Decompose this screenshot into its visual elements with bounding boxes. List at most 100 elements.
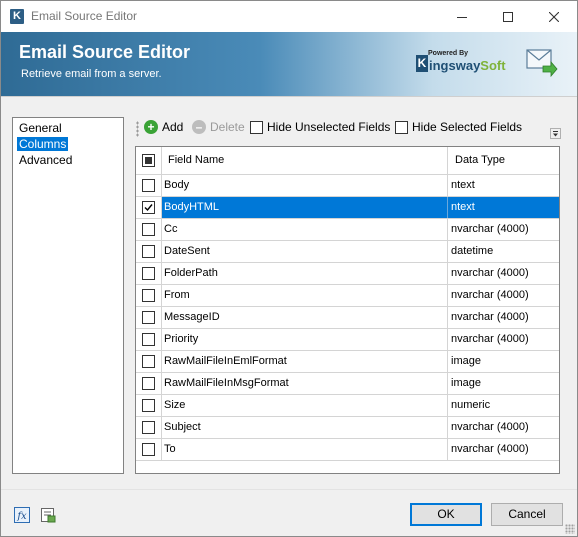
- data-type-text: image: [451, 377, 481, 389]
- data-type-cell[interactable]: nvarchar (4000): [448, 219, 559, 240]
- row-checkbox[interactable]: [142, 421, 155, 434]
- table-row[interactable]: Subject nvarchar (4000): [136, 417, 559, 439]
- delete-button-label: Delete: [210, 120, 245, 134]
- hide-unselected-fields-toggle[interactable]: Hide Unselected Fields: [250, 120, 390, 134]
- field-name-cell[interactable]: RawMailFileInEmlFormat: [162, 351, 448, 372]
- close-button[interactable]: [531, 1, 577, 32]
- resize-grip[interactable]: [565, 524, 575, 534]
- table-row[interactable]: Size numeric: [136, 395, 559, 417]
- field-name-text: Size: [164, 399, 186, 411]
- variables-icon[interactable]: [40, 507, 56, 523]
- field-name-cell[interactable]: BodyHTML: [162, 197, 448, 218]
- maximize-button[interactable]: [485, 1, 531, 32]
- nav-item-general[interactable]: General: [17, 121, 64, 135]
- hide-unselected-checkbox[interactable]: [250, 120, 263, 134]
- logo-name-accent: Soft: [480, 58, 506, 73]
- field-name-cell[interactable]: RawMailFileInMsgFormat: [162, 373, 448, 394]
- ok-button[interactable]: OK: [410, 503, 482, 526]
- toolbar-grip[interactable]: [136, 121, 139, 137]
- field-name-cell[interactable]: MessageID: [162, 307, 448, 328]
- nav-item-columns[interactable]: Columns: [17, 137, 69, 151]
- data-type-text: datetime: [451, 245, 494, 257]
- data-type-cell[interactable]: ntext: [448, 175, 559, 196]
- row-checkbox[interactable]: [142, 201, 155, 214]
- header-check-cell: [136, 147, 162, 174]
- data-type-cell[interactable]: numeric: [448, 395, 559, 416]
- field-name-cell[interactable]: To: [162, 439, 448, 460]
- data-type-cell[interactable]: image: [448, 351, 559, 372]
- field-name-cell[interactable]: Priority: [162, 329, 448, 350]
- data-type-text: nvarchar (4000): [451, 311, 529, 323]
- header-data-type[interactable]: Data Type: [448, 147, 559, 174]
- row-checkbox[interactable]: [142, 377, 155, 390]
- table-row[interactable]: DateSent datetime: [136, 241, 559, 263]
- row-check-cell: [136, 219, 162, 240]
- add-button[interactable]: + Add: [144, 120, 183, 134]
- nav-list[interactable]: General Columns Advanced: [12, 117, 124, 474]
- data-type-cell[interactable]: nvarchar (4000): [448, 285, 559, 306]
- field-name-cell[interactable]: Subject: [162, 417, 448, 438]
- hide-selected-checkbox[interactable]: [395, 120, 408, 134]
- data-type-cell[interactable]: nvarchar (4000): [448, 439, 559, 460]
- data-type-cell[interactable]: datetime: [448, 241, 559, 262]
- select-all-checkbox[interactable]: [142, 154, 155, 167]
- field-name-cell[interactable]: FolderPath: [162, 263, 448, 284]
- row-check-cell: [136, 241, 162, 262]
- field-name-cell[interactable]: Cc: [162, 219, 448, 240]
- grid-header: Field Name Data Type: [136, 147, 559, 175]
- row-checkbox[interactable]: [142, 443, 155, 456]
- field-name-text: Subject: [164, 421, 201, 433]
- cancel-button[interactable]: Cancel: [491, 503, 563, 526]
- logo-powered-by: Powered By: [428, 50, 469, 57]
- header-field-name[interactable]: Field Name: [162, 147, 448, 174]
- row-checkbox[interactable]: [142, 355, 155, 368]
- row-checkbox[interactable]: [142, 223, 155, 236]
- table-row[interactable]: FolderPath nvarchar (4000): [136, 263, 559, 285]
- row-checkbox[interactable]: [142, 399, 155, 412]
- table-row[interactable]: RawMailFileInEmlFormat image: [136, 351, 559, 373]
- table-row[interactable]: From nvarchar (4000): [136, 285, 559, 307]
- field-name-text: Cc: [164, 223, 178, 235]
- hide-selected-fields-toggle[interactable]: Hide Selected Fields: [395, 120, 522, 134]
- delete-button[interactable]: – Delete: [192, 120, 245, 134]
- title-bar[interactable]: K Email Source Editor: [1, 1, 577, 32]
- table-row[interactable]: Priority nvarchar (4000): [136, 329, 559, 351]
- field-name-cell[interactable]: Size: [162, 395, 448, 416]
- data-type-cell[interactable]: nvarchar (4000): [448, 263, 559, 284]
- field-name-cell[interactable]: DateSent: [162, 241, 448, 262]
- table-row[interactable]: To nvarchar (4000): [136, 439, 559, 461]
- row-checkbox[interactable]: [142, 289, 155, 302]
- nav-item-advanced[interactable]: Advanced: [17, 153, 74, 167]
- table-row[interactable]: Cc nvarchar (4000): [136, 219, 559, 241]
- svg-text:fx: fx: [16, 511, 27, 522]
- table-row[interactable]: BodyHTML ntext: [136, 197, 559, 219]
- app-k-icon: K: [10, 9, 24, 24]
- row-checkbox[interactable]: [142, 311, 155, 324]
- row-checkbox[interactable]: [142, 267, 155, 280]
- table-row[interactable]: Body ntext: [136, 175, 559, 197]
- table-row[interactable]: MessageID nvarchar (4000): [136, 307, 559, 329]
- banner-title: Email Source Editor: [19, 42, 191, 62]
- field-name-text: From: [164, 289, 190, 301]
- field-name-cell[interactable]: From: [162, 285, 448, 306]
- minimize-button[interactable]: [439, 1, 485, 32]
- toolbar-overflow-chevron-icon[interactable]: [550, 128, 561, 139]
- data-type-text: nvarchar (4000): [451, 289, 529, 301]
- row-checkbox[interactable]: [142, 179, 155, 192]
- data-type-cell[interactable]: nvarchar (4000): [448, 329, 559, 350]
- data-type-text: image: [451, 355, 481, 367]
- expression-fx-icon[interactable]: fx: [14, 507, 30, 523]
- table-row[interactable]: RawMailFileInMsgFormat image: [136, 373, 559, 395]
- data-type-cell[interactable]: image: [448, 373, 559, 394]
- field-name-cell[interactable]: Body: [162, 175, 448, 196]
- field-name-text: To: [164, 443, 176, 455]
- columns-grid[interactable]: Field Name Data Type Body ntext BodyHTML nt…: [135, 146, 560, 474]
- data-type-text: ntext: [451, 179, 475, 191]
- field-name-text: RawMailFileInMsgFormat: [164, 377, 289, 389]
- data-type-cell[interactable]: ntext: [448, 197, 559, 218]
- row-checkbox[interactable]: [142, 245, 155, 258]
- row-checkbox[interactable]: [142, 333, 155, 346]
- row-check-cell: [136, 263, 162, 284]
- data-type-cell[interactable]: nvarchar (4000): [448, 307, 559, 328]
- data-type-cell[interactable]: nvarchar (4000): [448, 417, 559, 438]
